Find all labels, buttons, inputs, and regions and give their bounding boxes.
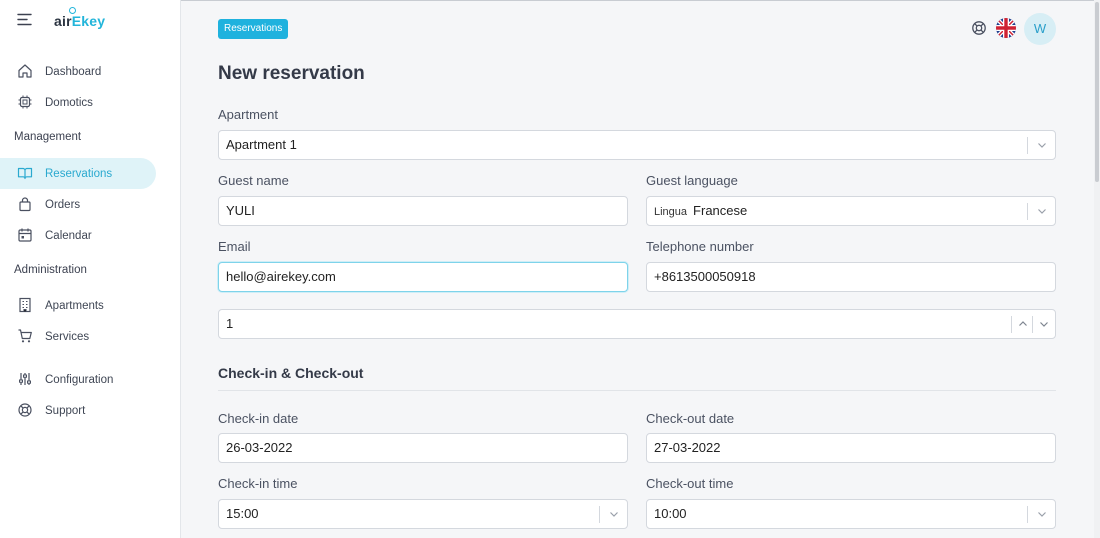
cart-icon — [18, 329, 32, 343]
checkin-section-title: Check-in & Check-out — [218, 365, 364, 381]
chevron-down-icon — [1038, 512, 1046, 517]
checkout-time-label: Check-out time — [646, 476, 734, 491]
guest-name-input[interactable]: YULI — [218, 196, 628, 226]
logo-text-prefix: air — [54, 13, 72, 29]
book-icon — [17, 167, 33, 180]
stepper-separator — [1032, 316, 1033, 333]
page-title: New reservation — [218, 63, 365, 84]
sidebar-item-label: Configuration — [45, 373, 114, 386]
checkin-time-label: Check-in time — [218, 476, 298, 491]
main-content: Reservations W New reservation Apartment… — [181, 0, 1100, 538]
app-logo[interactable]: airEkey — [54, 7, 106, 29]
email-label: Email — [218, 239, 251, 254]
sidebar-section-administration: Administration — [14, 264, 87, 276]
sidebar-item-support[interactable]: Support — [0, 395, 156, 426]
menu-icon[interactable] — [17, 13, 33, 26]
checkout-date-label: Check-out date — [646, 411, 735, 426]
section-divider — [218, 390, 1056, 391]
home-icon — [18, 64, 32, 78]
sliders-icon — [19, 373, 31, 385]
chevron-up-icon[interactable] — [1018, 320, 1028, 328]
guest-language-prefix: Lingua — [654, 206, 688, 218]
sidebar-item-orders[interactable]: Orders — [0, 189, 156, 220]
checkout-time-value: 10:00 — [654, 506, 687, 521]
bag-icon — [19, 197, 31, 212]
sidebar-item-label: Domotics — [45, 96, 93, 109]
guest-language-value: Francese — [693, 203, 748, 218]
checkout-time-select[interactable]: 10:00 — [646, 499, 1056, 529]
select-separator — [1027, 203, 1028, 220]
select-separator — [1027, 137, 1028, 154]
sidebar-item-reservations[interactable]: Reservations — [0, 158, 156, 189]
sidebar-item-label: Reservations — [45, 167, 113, 180]
logo-text-accent: Ekey — [71, 13, 106, 29]
checkin-time-select[interactable]: 15:00 — [218, 499, 628, 529]
checkout-date-input[interactable]: 27-03-2022 — [646, 433, 1056, 463]
sidebar-item-configuration[interactable]: Configuration — [0, 364, 156, 395]
breadcrumb-badge[interactable]: Reservations — [218, 19, 289, 39]
logo-key-ring — [69, 7, 76, 14]
sidebar-item-label: Calendar — [45, 229, 92, 242]
email-field[interactable]: hello@airekey.com — [218, 262, 628, 292]
chevron-down-icon[interactable] — [1039, 320, 1049, 328]
sidebar-item-label: Apartments — [45, 299, 104, 312]
sidebar-section-management: Management — [14, 131, 82, 143]
uk-flag-icon[interactable] — [996, 18, 1016, 38]
sidebar-item-calendar[interactable]: Calendar — [0, 220, 156, 251]
sidebar-item-label: Support — [45, 404, 86, 417]
calendar-icon — [18, 228, 32, 242]
guest-language-label: Guest language — [646, 173, 738, 188]
scrollbar-thumb[interactable] — [1095, 2, 1099, 182]
stepper-separator — [1011, 316, 1012, 333]
select-separator — [1027, 506, 1028, 523]
chevron-down-icon — [1038, 209, 1046, 214]
sidebar-item-label: Orders — [45, 198, 81, 211]
user-avatar[interactable]: W — [1024, 13, 1056, 45]
guest-language-select[interactable]: Lingua Francese — [646, 196, 1056, 226]
chip-icon — [18, 95, 32, 109]
sidebar-item-dashboard[interactable]: Dashboard — [0, 56, 156, 87]
telephone-field[interactable]: +8613500050918 — [646, 262, 1056, 292]
apartment-select[interactable]: Apartment 1 — [218, 130, 1056, 160]
guests-count-stepper[interactable]: 1 — [218, 309, 1056, 339]
apartment-label: Apartment — [218, 107, 278, 122]
building-icon — [19, 297, 31, 313]
sidebar-item-apartments[interactable]: Apartments — [0, 290, 156, 321]
checkin-time-value: 15:00 — [226, 506, 259, 521]
sidebar-item-label: Dashboard — [45, 65, 102, 78]
checkin-date-label: Check-in date — [218, 411, 299, 426]
sidebar: airEkey Dashboard Domotics Management Re… — [0, 0, 181, 538]
apartment-select-value: Apartment 1 — [226, 137, 297, 152]
sidebar-item-domotics[interactable]: Domotics — [0, 87, 156, 118]
chevron-down-icon — [1038, 143, 1046, 148]
sidebar-item-label: Services — [45, 330, 90, 343]
select-separator — [599, 506, 600, 523]
sidebar-item-services[interactable]: Services — [0, 321, 156, 352]
help-lifebuoy-icon[interactable] — [971, 20, 987, 36]
guests-count-value: 1 — [226, 316, 234, 331]
guest-name-label: Guest name — [218, 173, 289, 188]
checkin-date-input[interactable]: 26-03-2022 — [218, 433, 628, 463]
telephone-label: Telephone number — [646, 239, 754, 254]
chevron-down-icon — [610, 512, 618, 517]
lifebuoy-icon — [18, 403, 32, 417]
